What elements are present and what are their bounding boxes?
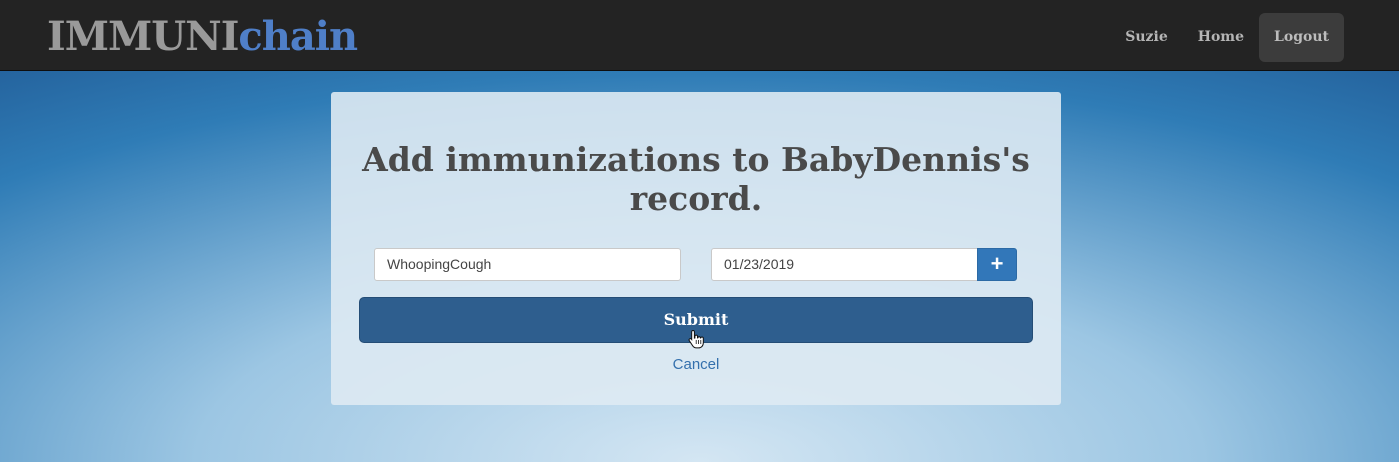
page-title: Add immunizations to BabyDennis's record… xyxy=(362,140,1030,218)
immunization-date-input[interactable]: 01/23/2019 xyxy=(711,248,978,281)
cancel-link[interactable]: Cancel xyxy=(331,356,1061,373)
brand-part-chain: chain xyxy=(238,13,358,60)
nav-logout-link[interactable]: Logout xyxy=(1259,13,1344,62)
brand-part-immuni: IMMUNI xyxy=(47,13,239,60)
nav-user-link[interactable]: Suzie xyxy=(1110,13,1182,62)
hand-pointer-icon xyxy=(688,329,704,349)
navbar: IMMUNIchain Suzie Home Logout xyxy=(0,0,1399,71)
add-immunization-panel: Add immunizations to BabyDennis's record… xyxy=(331,92,1061,405)
add-row-button[interactable]: + xyxy=(977,248,1017,281)
brand-logo[interactable]: IMMUNIchain xyxy=(47,12,358,62)
plus-icon: + xyxy=(990,251,1004,276)
nav-home-link[interactable]: Home xyxy=(1183,13,1259,62)
immunization-name-input[interactable]: WhoopingCough xyxy=(374,248,681,281)
nav-menu: Suzie Home Logout xyxy=(1110,13,1344,62)
